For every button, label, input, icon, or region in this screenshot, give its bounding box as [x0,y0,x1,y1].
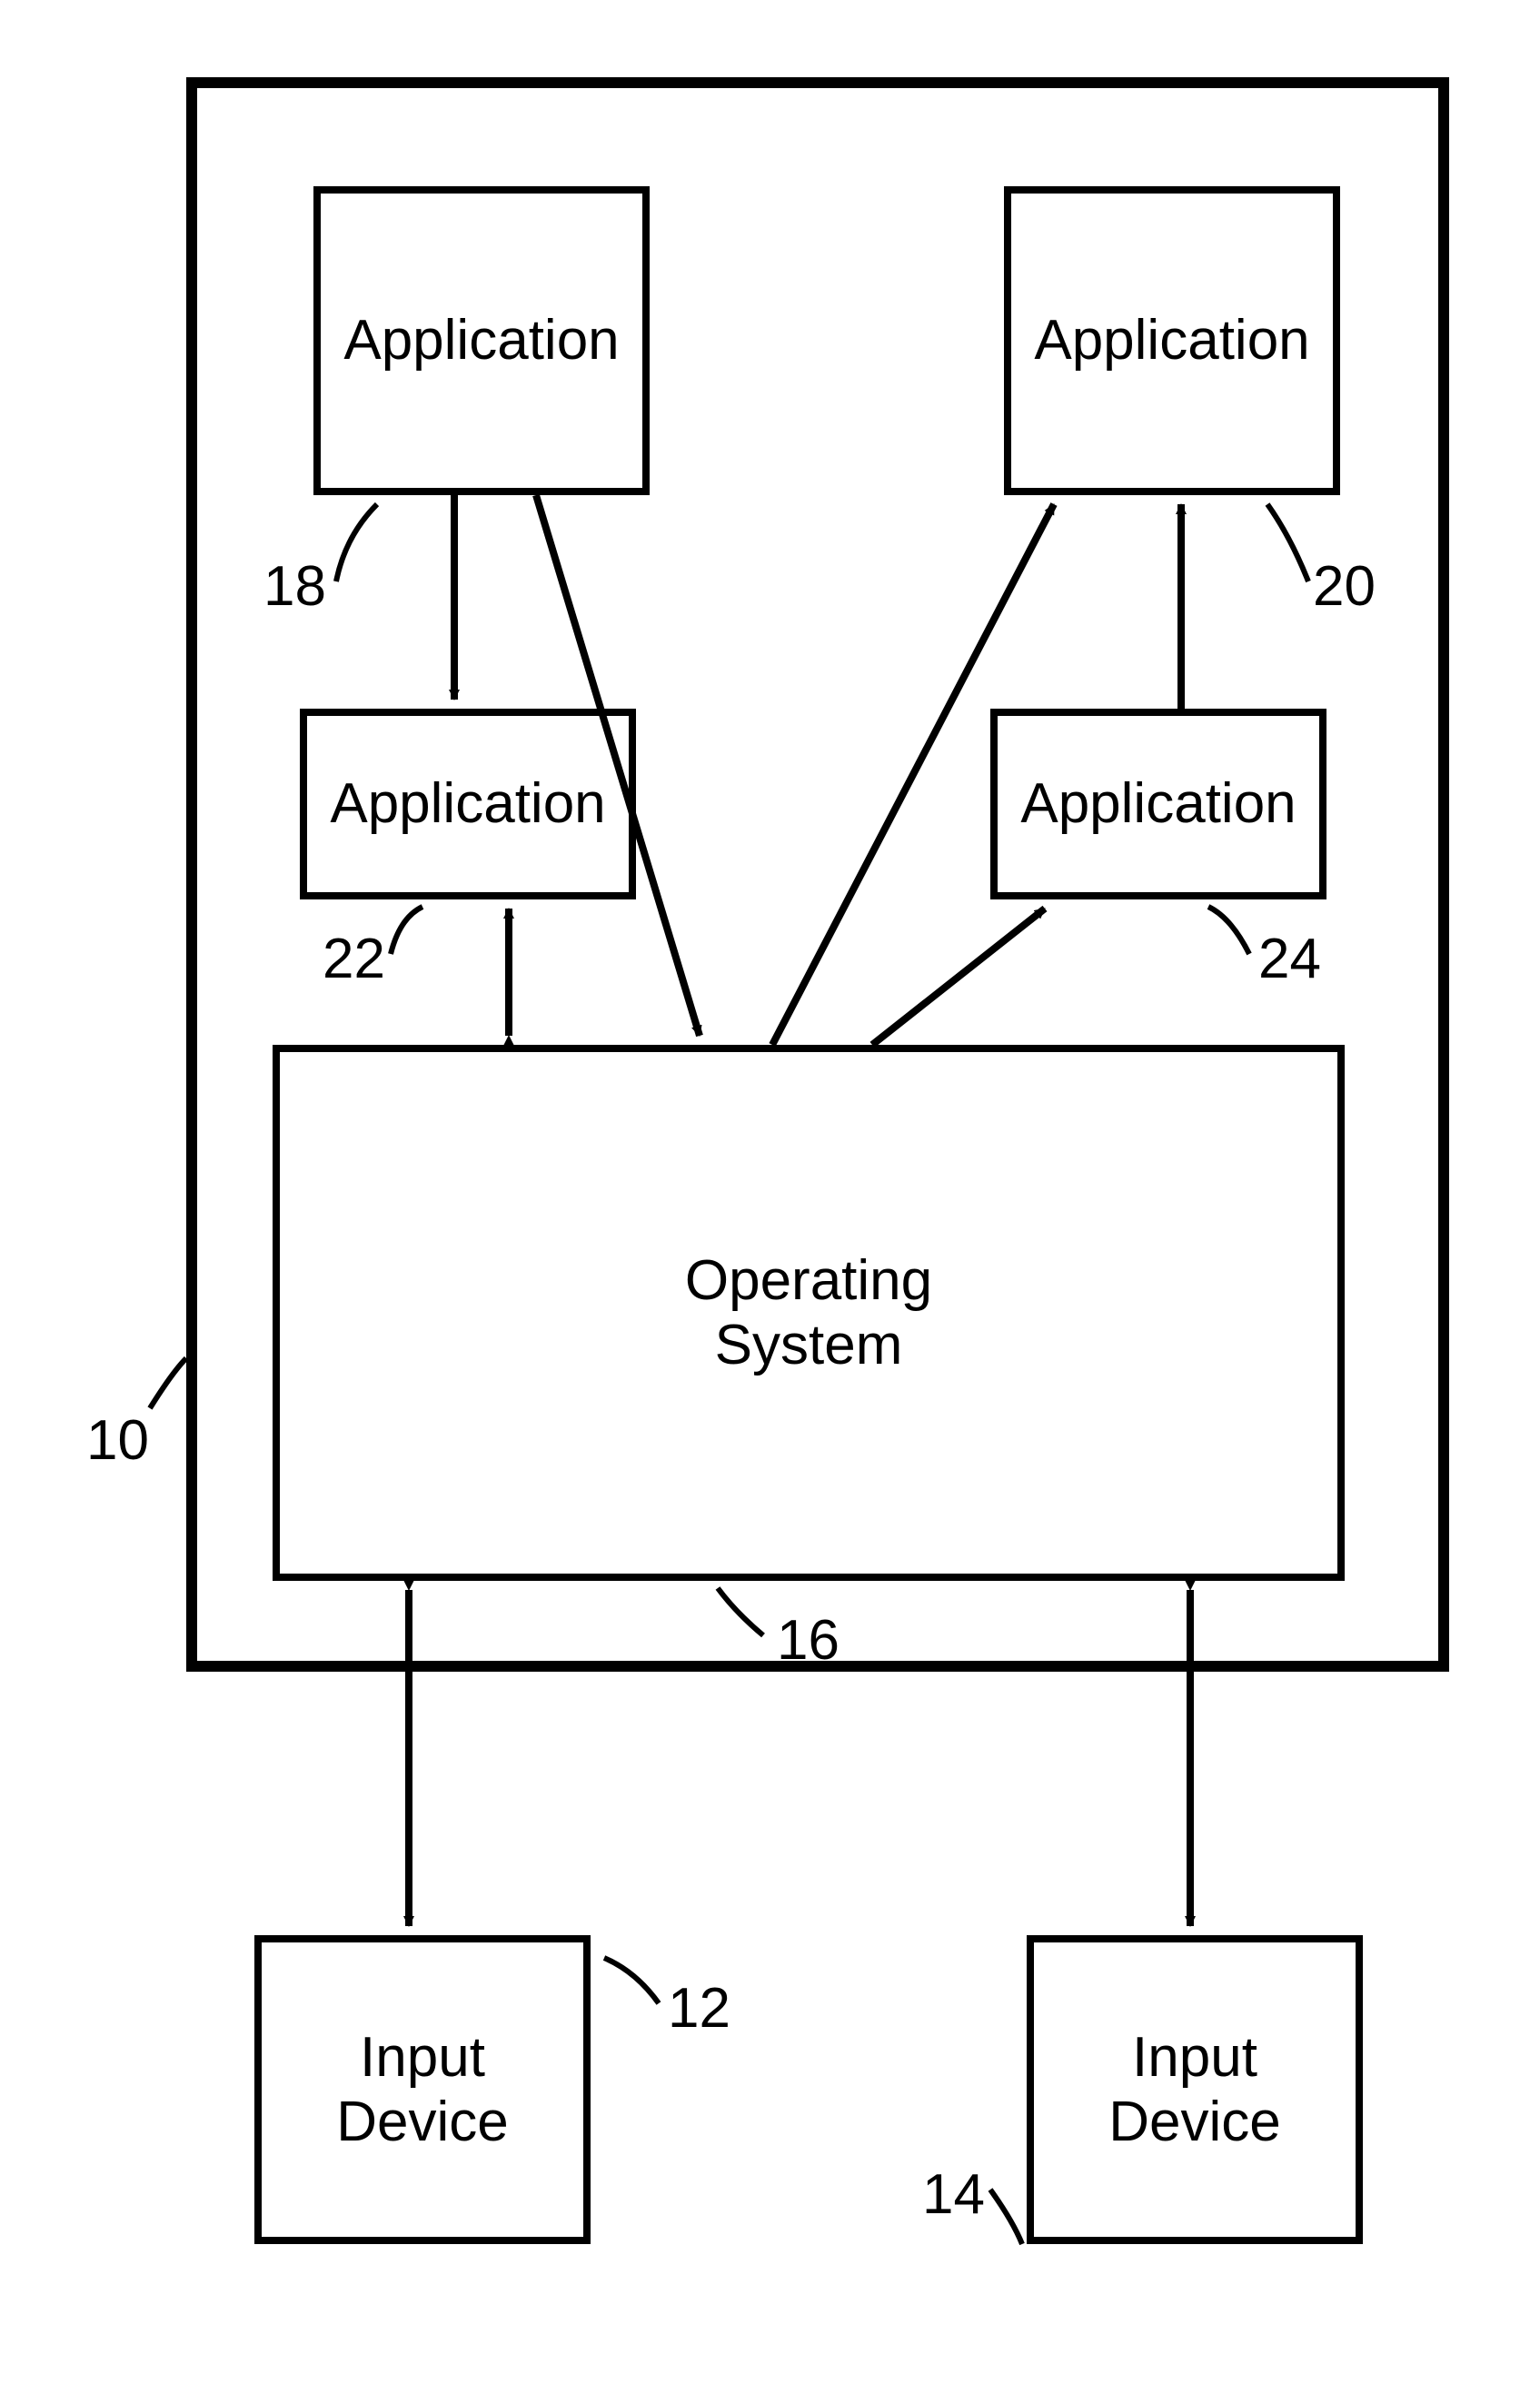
operating-system: Operating System [273,1045,1345,1581]
application-20: Application [1004,186,1340,495]
ref-14: 14 [922,2162,985,2227]
ref-18: 18 [263,554,326,619]
ref-12: 12 [668,1976,730,2041]
application-18-label: Application [343,308,619,372]
application-20-label: Application [1034,308,1309,372]
ref-16: 16 [777,1608,840,1673]
application-22-label: Application [330,771,605,836]
operating-system-label: Operating System [685,1248,932,1378]
ref-10: 10 [86,1408,149,1473]
ref-22: 22 [323,927,385,991]
input-device-14: Input Device [1027,1935,1363,2244]
application-24-label: Application [1020,771,1296,836]
input-device-12: Input Device [254,1935,591,2244]
application-22: Application [300,709,636,899]
input-device-14-label: Input Device [1108,2025,1281,2155]
input-device-12-label: Input Device [336,2025,509,2155]
application-24: Application [990,709,1326,899]
ref-24: 24 [1258,927,1321,991]
ref-20: 20 [1313,554,1376,619]
application-18: Application [313,186,650,495]
